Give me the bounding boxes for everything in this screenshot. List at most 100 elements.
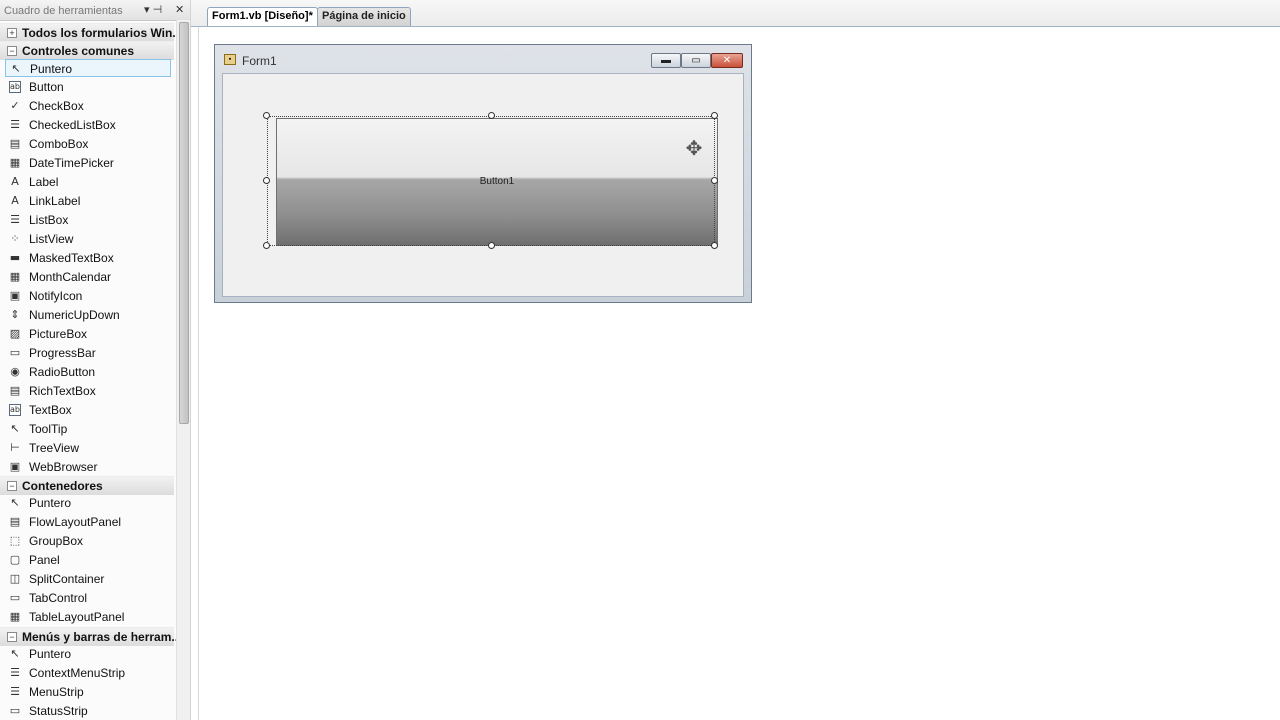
group-all-windows-forms[interactable]: + Todos los formularios Win... [0, 23, 182, 42]
toolbox-item-puntero[interactable]: ↖ Puntero [5, 494, 171, 512]
tab-form1-design[interactable]: Form1.vb [Diseño]* [207, 7, 318, 26]
selection-frame [267, 116, 715, 246]
toolbox-item-numericupdown[interactable]: ⇕ NumericUpDown [5, 306, 171, 324]
scrollbar-thumb[interactable] [179, 22, 189, 424]
toolbox-item-listbox[interactable]: ☰ ListBox [5, 211, 171, 229]
toolbox-item-label: NumericUpDown [29, 308, 120, 322]
toolbox-item-webbrowser[interactable]: ▣ WebBrowser [5, 458, 171, 476]
toolbox-item-label: DateTimePicker [29, 156, 114, 170]
toolbox-item-puntero[interactable]: ↖ Puntero [5, 645, 171, 663]
treeview-icon: ⊢ [10, 441, 20, 454]
toolbox-item-label: ToolTip [29, 422, 68, 436]
toolbox-item-textbox[interactable]: ab TextBox [5, 401, 171, 419]
group-containers[interactable]: − Contenedores [0, 476, 174, 495]
toolbox-item-picturebox[interactable]: ▨ PictureBox [5, 325, 171, 343]
resize-handle-w[interactable] [263, 177, 270, 184]
resize-handle-ne[interactable] [711, 112, 718, 119]
toolbox-item-checkedlistbox[interactable]: ☰ CheckedListBox [5, 116, 171, 134]
toolbox-item-maskedtextbox[interactable]: ▬ MaskedTextBox [5, 249, 171, 267]
form-title: Form1 [242, 54, 277, 68]
form-titlebar[interactable]: ▪ Form1 ▬ ▭ ✕ [215, 45, 751, 73]
close-icon[interactable]: ✕ [175, 3, 184, 17]
listview-icon: ⁘ [10, 232, 20, 245]
resize-handle-nw[interactable] [263, 112, 270, 119]
toolbox-panel: Cuadro de herramientas ▾ ⊣ ✕ + Todos los… [0, 0, 191, 720]
toolbox-item-progressbar[interactable]: ▭ ProgressBar [5, 344, 171, 362]
pin-icon[interactable]: ▾ ⊣ [144, 3, 162, 17]
toolbox-item-label: MaskedTextBox [29, 251, 114, 265]
toolbox-item-groupbox[interactable]: ⬚ GroupBox [5, 532, 171, 550]
tabcontrol-icon: ▭ [9, 591, 21, 604]
collapse-icon[interactable]: − [7, 46, 17, 56]
move-cursor-icon: ✥ [685, 138, 703, 160]
toolbox-item-label: StatusStrip [29, 704, 88, 718]
toolbox-item-panel[interactable]: ▢ Panel [5, 551, 171, 569]
toolbox-item-linklabel[interactable]: A LinkLabel [5, 192, 171, 210]
tablelayoutpanel-icon: ▦ [9, 610, 21, 623]
toolbox-scrollbar[interactable] [176, 20, 190, 720]
toolbox-item-splitcontainer[interactable]: ◫ SplitContainer [5, 570, 171, 588]
richtextbox-icon: ▤ [9, 384, 21, 397]
resize-handle-sw[interactable] [263, 242, 270, 249]
toolbox-item-label: MonthCalendar [29, 270, 112, 284]
toolbox-item-listview[interactable]: ⁘ ListView [5, 230, 171, 248]
combobox-icon: ▤ [9, 137, 21, 150]
textbox-icon: ab [9, 404, 21, 416]
toolbox-item-statusstrip[interactable]: ▭ StatusStrip [5, 702, 171, 720]
toolbox-item-label: ComboBox [29, 137, 89, 151]
label-icon: A [11, 175, 19, 188]
panel-icon: ▢ [9, 553, 21, 566]
resize-handle-n[interactable] [488, 112, 495, 119]
toolbox-item-contextmenustrip[interactable]: ☰ ContextMenuStrip [5, 664, 171, 682]
toolbox-item-label[interactable]: A Label [5, 173, 171, 191]
toolbox-item-label: Label [29, 175, 59, 189]
group-menus-toolbars[interactable]: − Menús y barras de herram... [0, 627, 181, 646]
toolbox-item-radiobutton[interactable]: ◉ RadioButton [5, 363, 171, 381]
resize-handle-se[interactable] [711, 242, 718, 249]
toolbox-item-monthcalendar[interactable]: ▦ MonthCalendar [5, 268, 171, 286]
toolbox-item-label: Panel [29, 553, 60, 567]
toolbox-item-puntero[interactable]: ↖ Puntero [5, 59, 171, 77]
collapse-icon[interactable]: − [7, 632, 17, 642]
toolbox-item-button[interactable]: ab Button [5, 78, 171, 96]
toolbox-item-label: CheckedListBox [29, 118, 116, 132]
toolbox-item-label: NotifyIcon [29, 289, 83, 303]
toolbox-item-treeview[interactable]: ⊢ TreeView [5, 439, 171, 457]
toolbox-item-label: Puntero [30, 62, 73, 76]
resize-handle-s[interactable] [488, 242, 495, 249]
linklabel-icon: A [11, 194, 19, 207]
toolbox-item-label: TreeView [29, 441, 80, 455]
resize-handle-e[interactable] [711, 177, 718, 184]
minimize-button[interactable]: ▬ [651, 53, 681, 68]
toolbox-item-richtextbox[interactable]: ▤ RichTextBox [5, 382, 171, 400]
toolbox-item-notifyicon[interactable]: ▣ NotifyIcon [5, 287, 171, 305]
collapse-icon[interactable]: − [7, 481, 17, 491]
expand-icon[interactable]: + [7, 28, 17, 38]
splitcontainer-icon: ◫ [9, 572, 21, 585]
toolbox-item-tablelayoutpanel[interactable]: ▦ TableLayoutPanel [5, 608, 171, 626]
toolbox-item-flowlayoutpanel[interactable]: ▤ FlowLayoutPanel [5, 513, 171, 531]
close-button[interactable]: ✕ [711, 53, 743, 68]
toolbox-item-label: MenuStrip [29, 685, 84, 699]
toolbox-item-label: Puntero [29, 647, 72, 661]
toolbox-item-label: TabControl [29, 591, 88, 605]
pointer-icon: ↖ [10, 647, 20, 660]
toolbox-item-tabcontrol[interactable]: ▭ TabControl [5, 589, 171, 607]
button-icon: ab [9, 81, 21, 93]
tab-start-page[interactable]: Página de inicio [317, 7, 411, 26]
statusstrip-icon: ▭ [9, 704, 21, 717]
toolbox-item-label: PictureBox [29, 327, 88, 341]
pointer-icon: ↖ [10, 496, 20, 509]
toolbox-item-checkbox[interactable]: ✓ CheckBox [5, 97, 171, 115]
toolbox-item-combobox[interactable]: ▤ ComboBox [5, 135, 171, 153]
group-common-controls[interactable]: − Controles comunes [0, 41, 174, 60]
toolbox-item-label: WebBrowser [29, 460, 98, 474]
toolbox-item-menustrip[interactable]: ☰ MenuStrip [5, 683, 171, 701]
menustrip-icon: ☰ [10, 685, 20, 698]
picturebox-icon: ▨ [9, 327, 21, 340]
toolbox-item-label: TableLayoutPanel [29, 610, 125, 624]
toolbox-item-tooltip[interactable]: ↖ ToolTip [5, 420, 171, 438]
maximize-button[interactable]: ▭ [681, 53, 711, 68]
toolbox-item-datetimepicker[interactable]: ▦ DateTimePicker [5, 154, 171, 172]
pointer-icon: ↖ [11, 62, 21, 75]
